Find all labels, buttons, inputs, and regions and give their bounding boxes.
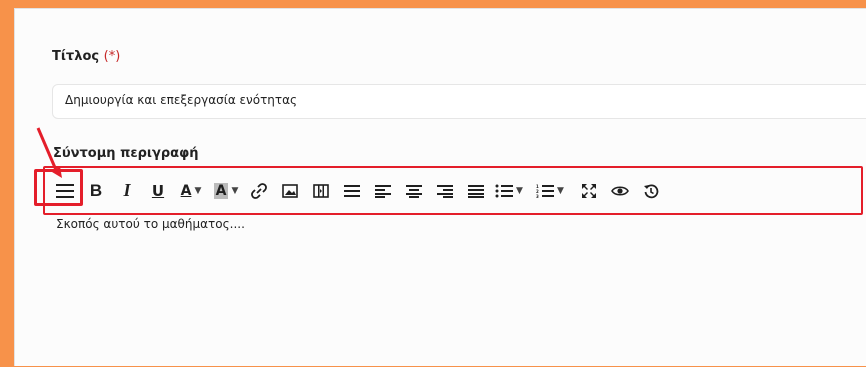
background-color-icon[interactable]: A ▼ bbox=[212, 179, 240, 203]
chevron-down-icon: ▼ bbox=[231, 185, 239, 196]
title-input[interactable]: Δημιουργία και επεξεργασία ενότητας bbox=[52, 84, 866, 119]
form-panel: Τίτλος (*) Δημιουργία και επεξεργασία εν… bbox=[14, 8, 866, 366]
chevron-down-icon: ▼ bbox=[516, 185, 523, 196]
font-color-icon[interactable]: A ▼ bbox=[177, 179, 205, 203]
fullscreen-icon[interactable] bbox=[577, 179, 601, 203]
editor-toolbar: B I U A ▼ A ▼ ▼ 1 2 3 ▼ bbox=[43, 166, 863, 215]
link-icon[interactable] bbox=[247, 179, 271, 203]
chevron-down-icon: ▼ bbox=[194, 185, 202, 196]
align-center-icon[interactable] bbox=[402, 179, 426, 203]
preview-icon[interactable] bbox=[608, 179, 632, 203]
description-label: Σύντομη περιγραφή bbox=[53, 146, 199, 161]
horizontal-rule-icon[interactable] bbox=[340, 179, 364, 203]
svg-text:3: 3 bbox=[536, 194, 539, 198]
chevron-down-icon: ▼ bbox=[557, 185, 564, 196]
required-marker: (*) bbox=[103, 49, 121, 64]
align-left-icon[interactable] bbox=[371, 179, 395, 203]
underline-icon[interactable]: U bbox=[146, 179, 170, 203]
description-editor[interactable]: Σκοπός αυτού το μαθήματος.... bbox=[56, 217, 866, 367]
italic-icon[interactable]: I bbox=[115, 179, 139, 203]
title-label: Τίτλος (*) bbox=[52, 49, 121, 64]
align-justify-icon[interactable] bbox=[464, 179, 488, 203]
video-icon[interactable] bbox=[309, 179, 333, 203]
history-icon[interactable] bbox=[639, 179, 663, 203]
source-toggle-icon[interactable] bbox=[53, 179, 77, 203]
align-right-icon[interactable] bbox=[433, 179, 457, 203]
bullet-list-icon[interactable]: ▼ bbox=[495, 179, 523, 203]
image-icon[interactable] bbox=[278, 179, 302, 203]
bold-icon[interactable]: B bbox=[84, 179, 108, 203]
numbered-list-icon[interactable]: 123 ▼ bbox=[536, 179, 564, 203]
